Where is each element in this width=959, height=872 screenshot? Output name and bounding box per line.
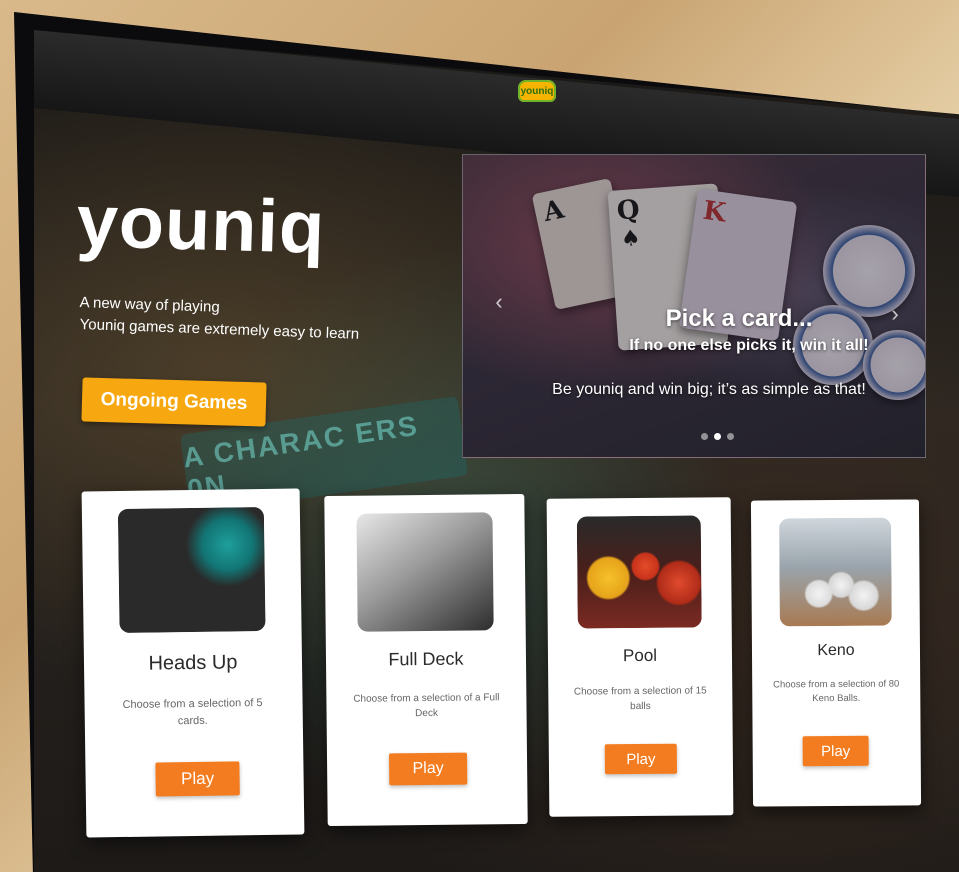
game-card-full-deck: Full Deck Choose from a selection of a F… <box>324 493 528 827</box>
carousel-title: Pick a card... <box>665 305 813 332</box>
header-logo[interactable]: youniq <box>518 80 556 102</box>
game-image <box>779 517 892 627</box>
game-card-heads-up: Heads Up Choose from a selection of 5 ca… <box>81 488 305 838</box>
game-title: Full Deck <box>388 648 464 670</box>
game-description: Choose from a selection of a Full Deck <box>353 692 500 720</box>
chevron-left-icon[interactable]: ‹ <box>487 289 511 315</box>
chevron-right-icon[interactable]: › <box>883 301 907 327</box>
carousel-indicators <box>463 433 925 440</box>
screen: youniq A CHARAC ERS 0N youniq A new way … <box>34 30 959 872</box>
carousel-dot[interactable] <box>700 433 708 440</box>
hero-description: Youniq games are extremely easy to learn <box>79 316 360 343</box>
play-button[interactable]: Play <box>802 735 869 767</box>
carousel-subtitle: If no one else picks it, win it all! <box>629 337 869 354</box>
game-title: Heads Up <box>148 651 238 675</box>
carousel-dot[interactable] <box>726 433 734 440</box>
game-image <box>117 506 266 634</box>
game-description: Choose from a selection of 15 balls <box>573 685 707 713</box>
hero-carousel[interactable]: A Q ♠ K Pick a card... If no one else pic… <box>462 154 926 458</box>
game-title: Keno <box>817 641 855 660</box>
play-button[interactable]: Play <box>155 761 240 797</box>
game-card-pool: Pool Choose from a selection of 15 balls… <box>546 497 734 817</box>
game-image <box>356 512 494 632</box>
game-image <box>576 515 702 629</box>
game-card-keno: Keno Choose from a selection of 80 Keno … <box>750 499 922 807</box>
hero-tagline: A new way of playing <box>79 294 221 316</box>
carousel-dot-active[interactable] <box>713 433 721 440</box>
play-button[interactable]: Play <box>388 752 468 786</box>
hero-title: youniq <box>75 178 327 269</box>
game-description: Choose from a selection of 5 cards. <box>122 697 263 727</box>
game-description: Choose from a selection of 80 Keno Balls… <box>773 678 900 705</box>
ongoing-games-button[interactable]: Ongoing Games <box>81 377 267 427</box>
play-button[interactable]: Play <box>604 743 678 775</box>
game-title: Pool <box>622 645 658 666</box>
carousel-caption: Be youniq and win big; it’s as simple as… <box>552 381 866 398</box>
